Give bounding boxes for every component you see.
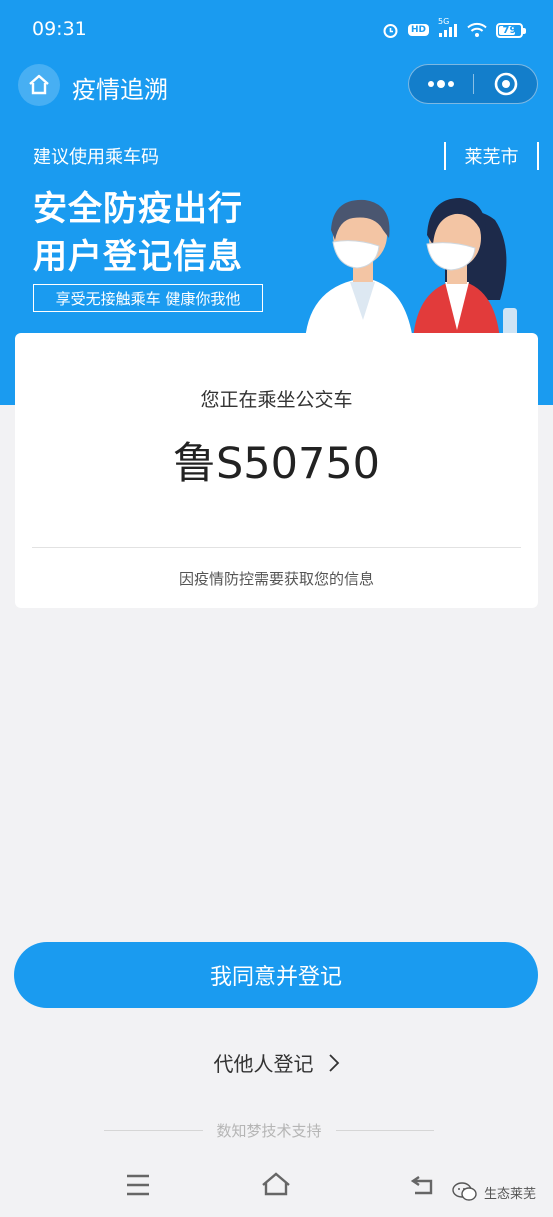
- register-for-others-link[interactable]: 代他人登记: [0, 1048, 553, 1077]
- page-title: 疫情追溯: [72, 76, 168, 104]
- banner-slogan: 享受无接触乘车 健康你我他: [33, 284, 263, 312]
- battery-icon: 79: [496, 22, 526, 38]
- tech-support-footer: 数知梦技术支持: [104, 1120, 435, 1141]
- home-nav-icon[interactable]: [260, 1165, 292, 1205]
- more-button[interactable]: [409, 65, 473, 103]
- footer-line-left: [104, 1130, 203, 1131]
- bus-info-card: 您正在乘坐公交车 鲁S50750 因疫情防控需要获取您的信息: [15, 333, 538, 608]
- signal-icon: 5G: [438, 17, 458, 37]
- more-dots-icon: [428, 80, 454, 88]
- home-button[interactable]: [18, 64, 60, 106]
- target-circle-icon: [494, 72, 517, 96]
- miniprogram-capsule: [408, 64, 538, 104]
- riding-label: 您正在乘坐公交车: [200, 389, 353, 411]
- agree-register-button[interactable]: 我同意并登记: [14, 942, 538, 1008]
- wifi-icon: [467, 22, 487, 38]
- hd-badge: HD: [407, 24, 429, 36]
- banner-title-line1: 安全防疫出行: [33, 189, 243, 229]
- status-time: 09:31: [32, 18, 87, 40]
- watermark: 生态莱芜: [452, 1181, 536, 1203]
- status-icons: HD 5G 79: [382, 17, 526, 42]
- info-notice: 因疫情防控需要获取您的信息: [178, 570, 374, 588]
- masked-people-illustration: [305, 198, 517, 340]
- home-icon: [29, 74, 49, 95]
- close-miniprogram-button[interactable]: [474, 65, 537, 103]
- back-nav-icon[interactable]: [407, 1165, 437, 1205]
- alarm-icon: [382, 22, 399, 39]
- bus-plate-number: 鲁S50750: [172, 439, 381, 489]
- banner-title-line2: 用户登记信息: [33, 237, 243, 277]
- card-divider: [32, 547, 521, 548]
- battery-level: 79: [502, 24, 517, 36]
- chevron-right-icon: [328, 1053, 339, 1072]
- register-for-others-label: 代他人登记: [213, 1052, 314, 1076]
- tech-support-text: 数知梦技术支持: [216, 1122, 322, 1140]
- watermark-text: 生态莱芜: [484, 1186, 537, 1202]
- wechat-icon: [452, 1182, 477, 1201]
- battery-tip: [523, 27, 526, 34]
- banner-subtitle: 建议使用乘车码: [33, 147, 159, 168]
- menu-icon[interactable]: [124, 1165, 152, 1205]
- footer-line-right: [335, 1130, 435, 1131]
- city-selector[interactable]: 莱芜市: [444, 142, 539, 170]
